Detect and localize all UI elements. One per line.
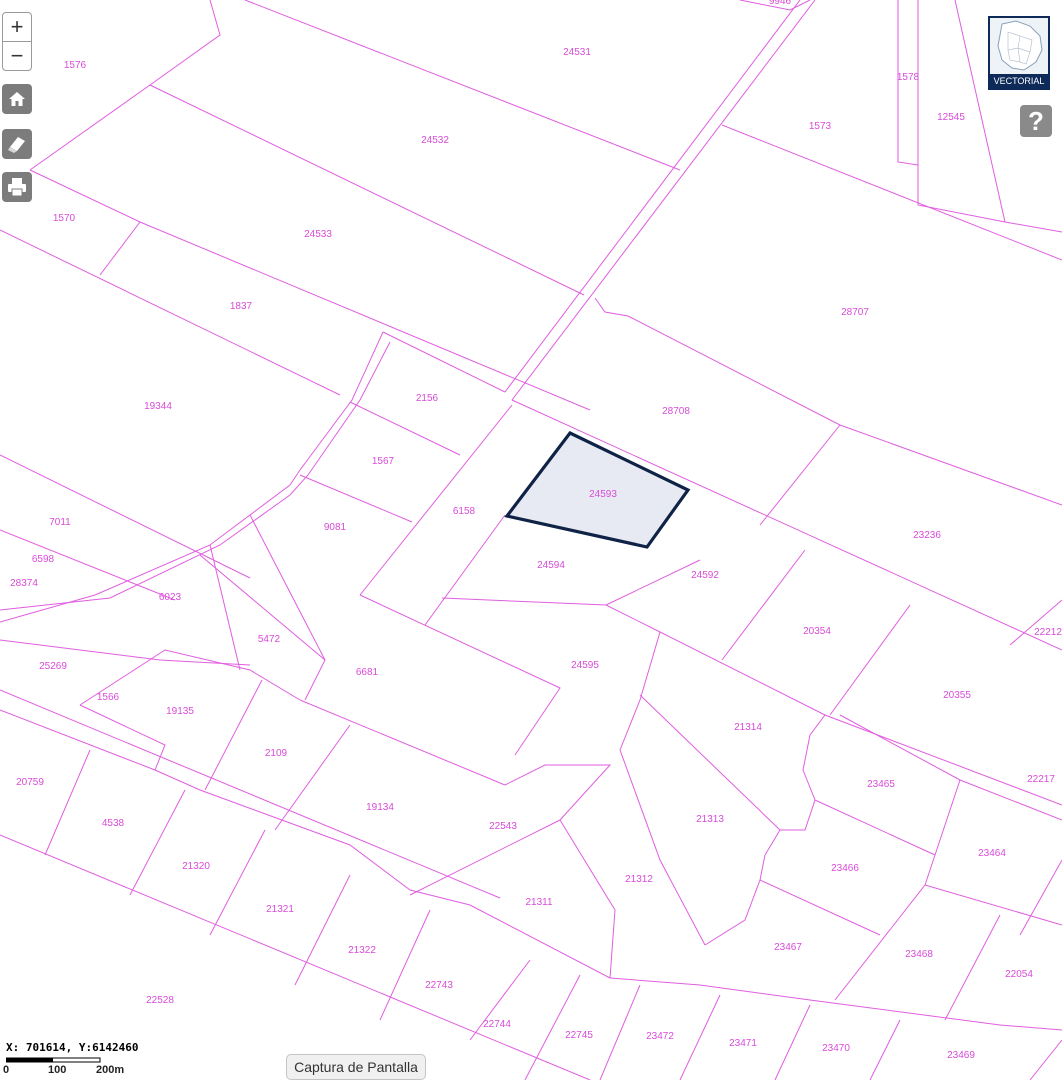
- parcel-label-23236: 23236: [913, 530, 941, 541]
- parcel-label-21314: 21314: [734, 722, 762, 733]
- parcel-label-7011: 7011: [49, 517, 71, 528]
- parcel-label-23469: 23469: [947, 1050, 975, 1061]
- parcel-labels: 9946 24531 1576 24532 1573 12545 1578 1570 24533…: [10, 0, 1062, 1061]
- parcel-label-19135: 19135: [166, 706, 194, 717]
- overview-map-vectorial[interactable]: VECTORIAL: [988, 16, 1050, 90]
- parcel-label-9081: 9081: [324, 522, 347, 533]
- parcel-label-20759: 20759: [16, 777, 44, 788]
- eraser-button[interactable]: [2, 129, 32, 159]
- parcel-label-1576: 1576: [64, 60, 87, 71]
- parcel-label-9946: 9946: [769, 0, 792, 7]
- parcel-label-23472: 23472: [646, 1031, 674, 1042]
- uruguay-map-icon: [997, 20, 1043, 71]
- parcel-label-2109: 2109: [265, 748, 288, 759]
- parcel-label-23466: 23466: [831, 863, 859, 874]
- parcel-label-28374: 28374: [10, 578, 38, 589]
- parcel-label-1566: 1566: [97, 692, 120, 703]
- zoom-control: + −: [2, 12, 32, 71]
- parcel-boundaries: [0, 0, 1062, 1080]
- parcel-label-21322: 21322: [348, 945, 376, 956]
- parcel-label-24531: 24531: [563, 47, 591, 58]
- parcel-label-22743: 22743: [425, 980, 453, 991]
- parcel-label-4538: 4538: [102, 818, 125, 829]
- parcel-label-1837: 1837: [230, 301, 253, 312]
- parcel-label-6598: 6598: [32, 554, 55, 565]
- parcel-label-1578: 1578: [897, 72, 920, 83]
- parcel-label-24593: 24593: [589, 489, 617, 500]
- parcel-label-23467: 23467: [774, 942, 802, 953]
- parcel-label-19134: 19134: [366, 802, 394, 813]
- parcel-label-1570: 1570: [53, 213, 76, 224]
- screen-capture-button[interactable]: Captura de Pantalla: [286, 1054, 426, 1080]
- parcel-label-23465: 23465: [867, 779, 895, 790]
- home-button[interactable]: [2, 84, 32, 114]
- parcel-label-21312: 21312: [625, 874, 653, 885]
- parcel-label-23471: 23471: [729, 1038, 757, 1049]
- parcel-label-1567: 1567: [372, 456, 395, 467]
- scale-label-0: 0: [3, 1064, 10, 1076]
- scale-label-200m: 200m: [96, 1064, 125, 1076]
- parcel-label-24595: 24595: [571, 660, 599, 671]
- scale-bar: 0 100 200m: [3, 1056, 128, 1078]
- parcel-label-20354: 20354: [803, 626, 831, 637]
- scale-label-100: 100: [48, 1064, 67, 1076]
- parcel-label-6681: 6681: [356, 667, 379, 678]
- parcel-label-28708: 28708: [662, 406, 690, 417]
- parcel-label-22745: 22745: [565, 1030, 593, 1041]
- help-button[interactable]: ?: [1020, 105, 1052, 137]
- parcel-label-22528: 22528: [146, 995, 174, 1006]
- parcel-label-6158: 6158: [453, 506, 476, 517]
- parcel-label-6023: 6023: [159, 592, 182, 603]
- zoom-in-button[interactable]: +: [3, 13, 31, 41]
- parcel-label-1573: 1573: [809, 121, 832, 132]
- parcel-label-12545: 12545: [937, 112, 965, 123]
- parcel-label-22744: 22744: [483, 1019, 511, 1030]
- parcel-label-21320: 21320: [182, 861, 210, 872]
- parcel-label-24532: 24532: [421, 135, 449, 146]
- parcel-label-22543: 22543: [489, 821, 517, 832]
- parcel-label-21321: 21321: [266, 904, 294, 915]
- parcel-label-22217: 22217: [1027, 774, 1055, 785]
- coordinate-readout: X: 701614, Y:6142460: [6, 1041, 139, 1054]
- eraser-icon: [8, 137, 25, 153]
- parcel-label-21313: 21313: [696, 814, 724, 825]
- parcel-label-23464: 23464: [978, 848, 1006, 859]
- parcel-label-5472: 5472: [258, 634, 281, 645]
- zoom-out-button[interactable]: −: [3, 41, 31, 70]
- home-icon: [9, 92, 25, 106]
- parcel-label-22212: 22212: [1034, 627, 1062, 638]
- parcel-label-23468: 23468: [905, 949, 933, 960]
- parcel-label-28707: 28707: [841, 307, 869, 318]
- parcel-label-21311: 21311: [525, 897, 553, 908]
- parcel-label-23470: 23470: [822, 1043, 850, 1054]
- parcel-label-24594: 24594: [537, 560, 565, 571]
- print-button[interactable]: [2, 172, 32, 202]
- parcel-label-24592: 24592: [691, 570, 719, 581]
- parcel-map[interactable]: 9946 24531 1576 24532 1573 12545 1578 1570 24533…: [0, 0, 1062, 1080]
- parcel-label-24533: 24533: [304, 229, 332, 240]
- parcel-label-25269: 25269: [39, 661, 67, 672]
- parcel-label-19344: 19344: [144, 401, 172, 412]
- overview-label: VECTORIAL: [990, 74, 1048, 88]
- parcel-label-22054: 22054: [1005, 969, 1033, 980]
- parcel-label-2156: 2156: [416, 393, 439, 404]
- parcel-label-20355: 20355: [943, 690, 971, 701]
- printer-icon: [8, 178, 26, 197]
